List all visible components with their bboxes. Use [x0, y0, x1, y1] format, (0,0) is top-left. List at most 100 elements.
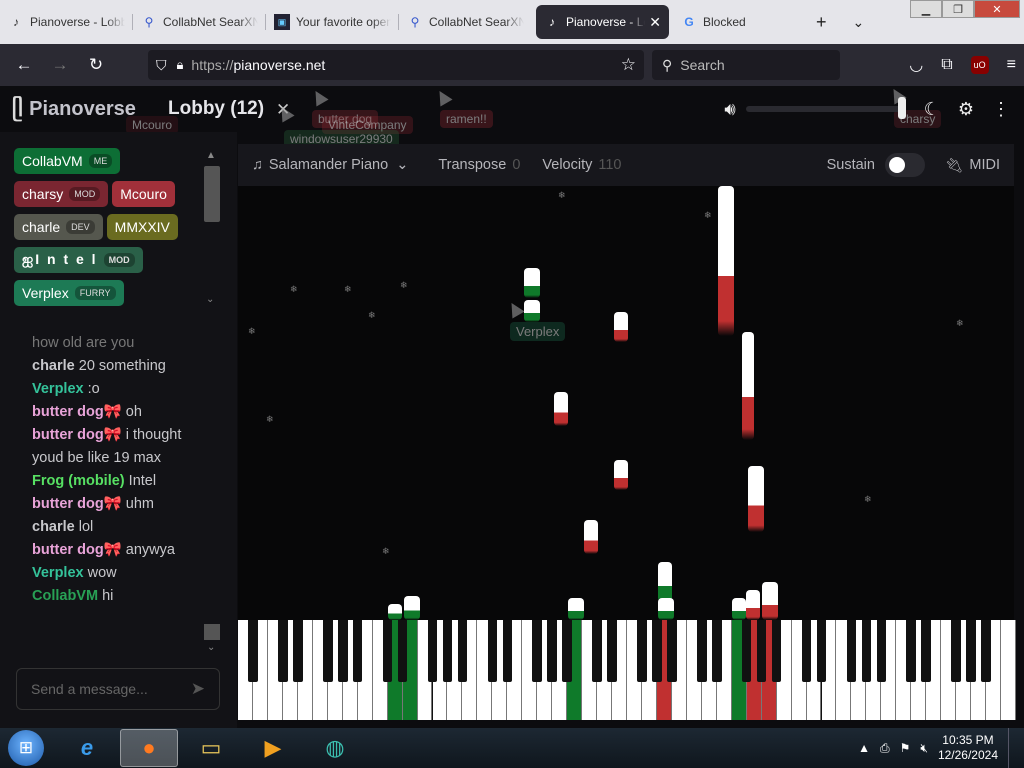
user-tag[interactable]: Verplex FURRY — [14, 280, 124, 306]
volume-slider[interactable] — [745, 97, 906, 119]
tray-expand-icon[interactable]: ▲ — [858, 741, 870, 755]
black-key[interactable] — [711, 620, 722, 682]
user-tag[interactable]: CollabVM ME — [14, 148, 121, 174]
new-tab-button[interactable]: + — [816, 12, 827, 33]
moon-icon[interactable]: ☾ — [924, 99, 940, 120]
chat-scrollbar[interactable] — [204, 624, 220, 640]
shield-icon[interactable]: ⛉ — [156, 57, 167, 74]
black-key[interactable] — [667, 620, 677, 682]
user-list-scrollbar[interactable] — [204, 166, 220, 222]
menu-icon[interactable]: ≡ — [1007, 56, 1016, 74]
sustain-toggle[interactable] — [884, 153, 925, 177]
black-key[interactable] — [741, 620, 752, 682]
show-desktop-button[interactable] — [1008, 728, 1016, 768]
user-tag[interactable]: ஐI n t e l MOD — [14, 247, 143, 273]
transpose-control[interactable]: Transpose 0 — [438, 157, 520, 173]
tab-blocked[interactable]: G Blocked — [673, 5, 806, 39]
black-key[interactable] — [637, 620, 647, 682]
tab-pianoverse-1[interactable]: ♪ Pianoverse - Lobby — [0, 5, 133, 39]
network-tray-icon[interactable]: ⎙ — [880, 741, 890, 756]
flag-icon[interactable]: ⚑ — [900, 741, 911, 755]
black-key[interactable] — [442, 620, 453, 682]
back-icon[interactable]: ← — [6, 55, 42, 75]
black-key[interactable] — [652, 620, 662, 682]
black-key[interactable] — [322, 620, 333, 682]
white-key[interactable] — [1001, 620, 1016, 720]
black-key[interactable] — [697, 620, 707, 682]
user-tag[interactable]: MMXXIV — [106, 214, 178, 240]
reload-icon[interactable]: ↻ — [78, 55, 114, 75]
volume-knob[interactable] — [897, 97, 906, 119]
windows-start-icon[interactable]: ⊞ — [8, 730, 44, 766]
firefox-icon[interactable]: ● — [120, 729, 178, 767]
black-key[interactable] — [756, 620, 767, 682]
volume-muted-icon[interactable]: 🔇︎ — [920, 741, 928, 756]
lobby-title[interactable]: Lobby (12) — [168, 98, 264, 120]
message-input[interactable]: Send a message... ➤ — [16, 668, 220, 710]
black-key[interactable] — [966, 620, 976, 682]
black-key[interactable] — [876, 620, 887, 682]
black-key[interactable] — [771, 620, 782, 682]
tab-searx-2[interactable]: ⚲CollabNet SearXNG — [399, 5, 532, 39]
user-tag[interactable]: Mcouro — [112, 181, 175, 207]
ublock-icon[interactable]: uO — [970, 56, 989, 74]
black-key[interactable] — [816, 620, 827, 682]
volume-icon[interactable]: 🔊︎ — [724, 99, 735, 120]
explorer-icon[interactable]: ▭ — [182, 729, 240, 767]
black-key[interactable] — [846, 620, 857, 682]
black-key[interactable] — [547, 620, 557, 682]
black-key[interactable] — [861, 620, 872, 682]
black-key[interactable] — [532, 620, 542, 682]
black-key[interactable] — [293, 620, 303, 682]
user-tag[interactable]: charsy MOD — [14, 181, 109, 207]
gear-icon[interactable]: ⚙ — [958, 99, 974, 120]
scroll-up-icon[interactable]: ▲ — [206, 150, 216, 161]
tab-pianoverse-active[interactable]: ♪Pianoverse - Lobby✕ — [536, 5, 669, 39]
url-bar[interactable]: ⛉ 🔒︎ https://pianoverse.net ☆ — [148, 50, 644, 80]
minimize-button[interactable]: ▁ — [910, 0, 942, 18]
velocity-control[interactable]: Velocity 110 — [542, 157, 621, 173]
black-key[interactable] — [382, 620, 393, 682]
chat-scroll-down-icon[interactable]: ⌄ — [207, 642, 215, 653]
logo[interactable]: ᥫ Pianoverse — [12, 96, 136, 122]
black-key[interactable] — [592, 620, 602, 682]
pocket-icon[interactable]: ◡ — [909, 55, 923, 75]
tab-list-button[interactable]: ⌄ — [853, 14, 865, 31]
user-tag[interactable]: charle DEV — [14, 214, 103, 240]
network-icon[interactable]: ◍ — [306, 729, 364, 767]
black-key[interactable] — [457, 620, 468, 682]
close-window-button[interactable]: ✕ — [974, 0, 1020, 18]
bookmark-star-icon[interactable]: ☆ — [621, 55, 636, 75]
black-key[interactable] — [352, 620, 363, 682]
close-tab-icon[interactable]: ✕ — [649, 14, 661, 31]
black-key[interactable] — [981, 620, 991, 682]
black-key[interactable] — [278, 620, 288, 682]
black-key[interactable] — [397, 620, 408, 682]
black-key[interactable] — [248, 620, 258, 682]
piano-keyboard[interactable] — [238, 620, 1016, 720]
ie-icon[interactable]: e — [58, 729, 116, 767]
black-key[interactable] — [801, 620, 812, 682]
forward-icon[interactable]: → — [42, 55, 78, 75]
extensions-icon[interactable]: ⧉ — [941, 56, 952, 74]
maximize-button[interactable]: ❐ — [942, 0, 974, 18]
black-key[interactable] — [607, 620, 617, 682]
black-key[interactable] — [951, 620, 961, 682]
scroll-down-icon[interactable]: ⌄ — [206, 294, 214, 305]
black-key[interactable] — [921, 620, 931, 682]
black-key[interactable] — [906, 620, 917, 682]
clock[interactable]: 10:35 PM 12/26/2024 — [938, 733, 998, 763]
search-box[interactable]: ⚲ Search — [652, 50, 840, 80]
black-key[interactable] — [337, 620, 348, 682]
black-key[interactable] — [427, 620, 438, 682]
black-key[interactable] — [487, 620, 498, 682]
send-icon[interactable]: ➤ — [191, 679, 205, 699]
instrument-select[interactable]: ♫ Salamander Piano ⌄ — [252, 157, 408, 173]
lock-icon[interactable]: 🔒︎ — [177, 57, 184, 73]
midi-button[interactable]: 🔌︎ MIDI — [945, 157, 1000, 174]
tab-favorite[interactable]: ▣ Your favorite open — [266, 5, 399, 39]
black-key[interactable] — [502, 620, 513, 682]
more-icon[interactable]: ⋮ — [992, 99, 1010, 120]
black-key[interactable] — [562, 620, 572, 682]
media-player-icon[interactable]: ▶ — [244, 729, 302, 767]
